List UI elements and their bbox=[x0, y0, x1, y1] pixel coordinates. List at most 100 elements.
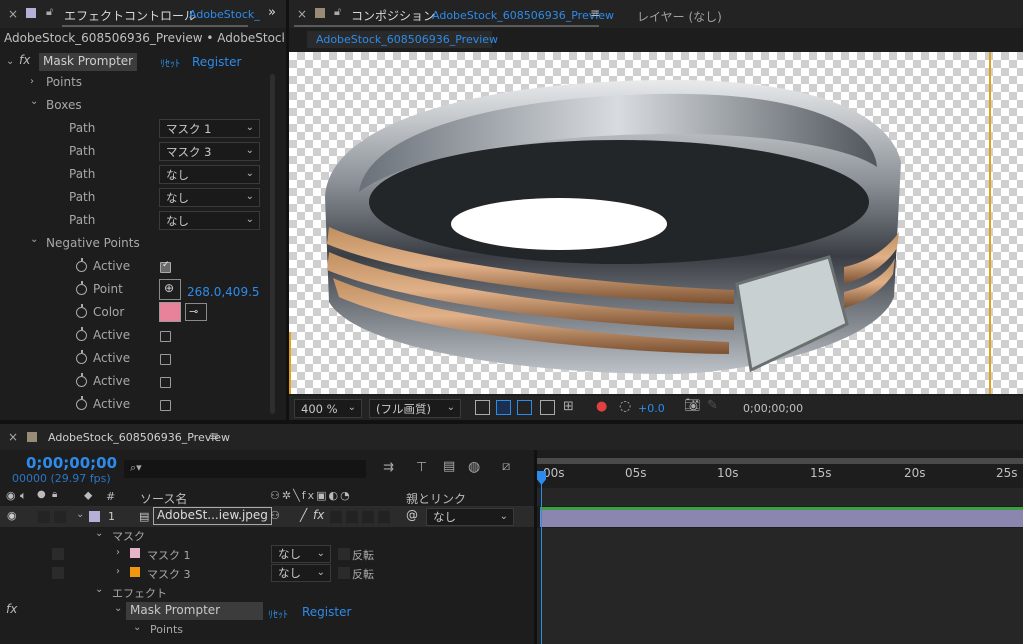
timeline-tab-title[interactable]: AdobeStock_608506936_Preview bbox=[48, 431, 230, 444]
show-snapshot-icon[interactable]: ✎ bbox=[707, 398, 718, 413]
composition-tab-source[interactable]: AdobeStock_608506936_Preview bbox=[432, 9, 614, 22]
column-parent-link[interactable]: 親とリンク bbox=[406, 490, 466, 507]
switch-box[interactable] bbox=[378, 511, 390, 523]
reset-link[interactable]: ﾘｾｯﾄ bbox=[268, 606, 288, 621]
twirl-open-icon[interactable]: ⌄ bbox=[114, 603, 122, 614]
column-source-name[interactable]: ソース名 bbox=[140, 490, 187, 507]
fx-icon[interactable]: fx bbox=[19, 53, 30, 67]
close-icon[interactable]: × bbox=[8, 7, 18, 21]
stopwatch-icon[interactable] bbox=[76, 304, 87, 318]
menu-icon[interactable]: ≡ bbox=[590, 6, 600, 20]
channel-icon[interactable]: ● bbox=[596, 399, 607, 414]
double-chevron-icon[interactable]: » bbox=[268, 5, 276, 20]
viewer-timecode[interactable]: 0;00;00;00 bbox=[743, 402, 803, 415]
mask-color-swatch[interactable] bbox=[130, 548, 140, 558]
negative-points-group[interactable]: Negative Points bbox=[46, 236, 140, 250]
twirl-open-icon[interactable]: ⌄ bbox=[30, 96, 38, 107]
switch-box[interactable] bbox=[346, 511, 358, 523]
comp-sub-tab[interactable]: AdobeStock_608506936_Preview bbox=[307, 31, 498, 48]
twirl-closed-icon[interactable]: › bbox=[30, 76, 34, 87]
stopwatch-icon[interactable] bbox=[76, 327, 87, 341]
fast-preview-icon[interactable] bbox=[475, 400, 490, 415]
quality-switch-icon[interactable]: ╱ bbox=[300, 508, 307, 522]
comp-mini-flowchart-icon[interactable]: ⇉ bbox=[383, 460, 394, 475]
layer-duration-bar[interactable] bbox=[540, 507, 1023, 527]
mask-color-swatch[interactable] bbox=[130, 567, 140, 577]
active-checkbox-checked[interactable]: ✓ bbox=[160, 260, 171, 273]
draft-3d-icon[interactable]: ⊤ bbox=[416, 460, 427, 475]
transparency-grid-icon[interactable] bbox=[496, 400, 511, 415]
reset-link[interactable]: ﾘｾｯﾄ bbox=[160, 55, 180, 70]
effect-group[interactable]: エフェクト bbox=[112, 585, 167, 601]
composition-viewer[interactable] bbox=[289, 52, 1023, 394]
color-management-icon[interactable]: ◌ bbox=[619, 398, 631, 414]
effect-name[interactable]: Mask Prompter bbox=[39, 53, 138, 71]
work-area-bar[interactable] bbox=[537, 458, 1023, 464]
lock-icon[interactable]: 🔓︎ bbox=[334, 5, 341, 19]
resolution-dropdown[interactable]: (フル画質) ⌄ bbox=[369, 399, 461, 418]
layer-name[interactable]: AdobeSt...iew.jpeg bbox=[153, 507, 272, 525]
lock-toggle[interactable] bbox=[54, 511, 66, 523]
eye-icon[interactable]: ◉ bbox=[6, 489, 16, 502]
layer-search-input[interactable]: ⌕▾ bbox=[124, 460, 366, 478]
active-checkbox[interactable] bbox=[160, 377, 171, 388]
grid-guide-icon[interactable]: ⊞ bbox=[563, 399, 574, 414]
twirl-closed-icon[interactable]: › bbox=[116, 566, 120, 577]
shy-switch-icon[interactable]: ⚇ bbox=[270, 509, 280, 522]
current-timecode[interactable]: 0;00;00;00 bbox=[26, 454, 117, 472]
switch-box[interactable] bbox=[362, 511, 374, 523]
mask-group[interactable]: マスク bbox=[112, 528, 145, 544]
timeline-effect-name[interactable]: Mask Prompter bbox=[126, 602, 263, 620]
color-swatch[interactable] bbox=[159, 302, 181, 322]
effect-controls-tab-title[interactable]: エフェクトコントロール bbox=[64, 7, 196, 24]
mask-mode-dropdown[interactable]: なし ⌄ bbox=[271, 545, 331, 563]
switch-box[interactable] bbox=[330, 511, 342, 523]
path-dropdown[interactable]: なし ⌄ bbox=[159, 165, 260, 184]
exposure-value[interactable]: +0.0 bbox=[638, 402, 665, 415]
label-tag-icon[interactable]: ⬥ bbox=[84, 488, 92, 503]
audio-icon[interactable]: 🔈︎ bbox=[20, 489, 27, 503]
path-dropdown[interactable]: マスク 3 ⌄ bbox=[159, 142, 260, 161]
parent-dropdown[interactable]: なし ⌄ bbox=[426, 508, 514, 526]
points-group[interactable]: Points bbox=[46, 75, 82, 89]
eyedropper-button[interactable]: ⊸ bbox=[185, 303, 207, 321]
mask-mode-dropdown[interactable]: なし ⌄ bbox=[271, 564, 331, 582]
twirl-open-icon[interactable]: ⌄ bbox=[133, 622, 141, 633]
layer-label-color[interactable] bbox=[89, 511, 100, 522]
register-link[interactable]: Register bbox=[302, 605, 351, 619]
path-dropdown[interactable]: なし ⌄ bbox=[159, 188, 260, 207]
point-value[interactable]: 268.0,409.5 bbox=[187, 285, 260, 299]
solo-icon[interactable]: ● bbox=[37, 489, 46, 500]
audio-toggle[interactable] bbox=[38, 511, 50, 523]
layer-tab[interactable]: レイヤー (なし) bbox=[637, 8, 722, 25]
region-of-interest-icon[interactable] bbox=[540, 400, 555, 415]
stopwatch-icon[interactable] bbox=[76, 258, 87, 272]
frame-blending-icon[interactable]: ▤ bbox=[443, 459, 455, 474]
effect-controls-tab-source[interactable]: AdobeStock_ bbox=[189, 8, 260, 21]
path-dropdown[interactable]: なし ⌄ bbox=[159, 211, 260, 230]
layer-row[interactable]: ◉ ⌄ 1 ▤ AdobeSt...iew.jpeg ⚇ ╱ fx @ なし ⌄ bbox=[0, 507, 537, 527]
mask-visibility-box[interactable] bbox=[52, 567, 64, 579]
stopwatch-icon[interactable] bbox=[76, 373, 87, 387]
active-checkbox[interactable] bbox=[160, 354, 171, 365]
time-ruler[interactable]: 00s 05s 10s 15s 20s 25s bbox=[537, 458, 1023, 488]
switches-icons[interactable]: ⚇✲╲fx▣◐◔ bbox=[270, 489, 352, 502]
pickwhip-icon[interactable]: @ bbox=[406, 508, 418, 522]
camera-icon[interactable]: 📷︎ bbox=[684, 398, 701, 413]
effect-controls-scrollbar[interactable] bbox=[270, 74, 275, 414]
path-dropdown[interactable]: マスク 1 ⌄ bbox=[159, 119, 260, 138]
close-icon[interactable]: × bbox=[8, 430, 18, 444]
twirl-open-icon[interactable]: ⌄ bbox=[95, 584, 103, 595]
active-checkbox[interactable] bbox=[160, 331, 171, 342]
twirl-open-icon[interactable]: ⌄ bbox=[95, 528, 103, 539]
motion-blur-icon[interactable]: ◍ bbox=[468, 459, 480, 475]
crosshair-picker-button[interactable]: ⊕ bbox=[159, 279, 181, 300]
register-link[interactable]: Register bbox=[192, 55, 241, 69]
mask-visibility-box[interactable] bbox=[52, 548, 64, 560]
fx-icon[interactable]: fx bbox=[6, 602, 17, 616]
lock-icon[interactable]: 🔓︎ bbox=[46, 5, 53, 19]
visibility-eye-icon[interactable]: ◉ bbox=[7, 509, 17, 522]
lock-icon[interactable]: 🔒︎ bbox=[52, 489, 57, 500]
active-checkbox[interactable] bbox=[160, 400, 171, 411]
stopwatch-icon[interactable] bbox=[76, 350, 87, 364]
